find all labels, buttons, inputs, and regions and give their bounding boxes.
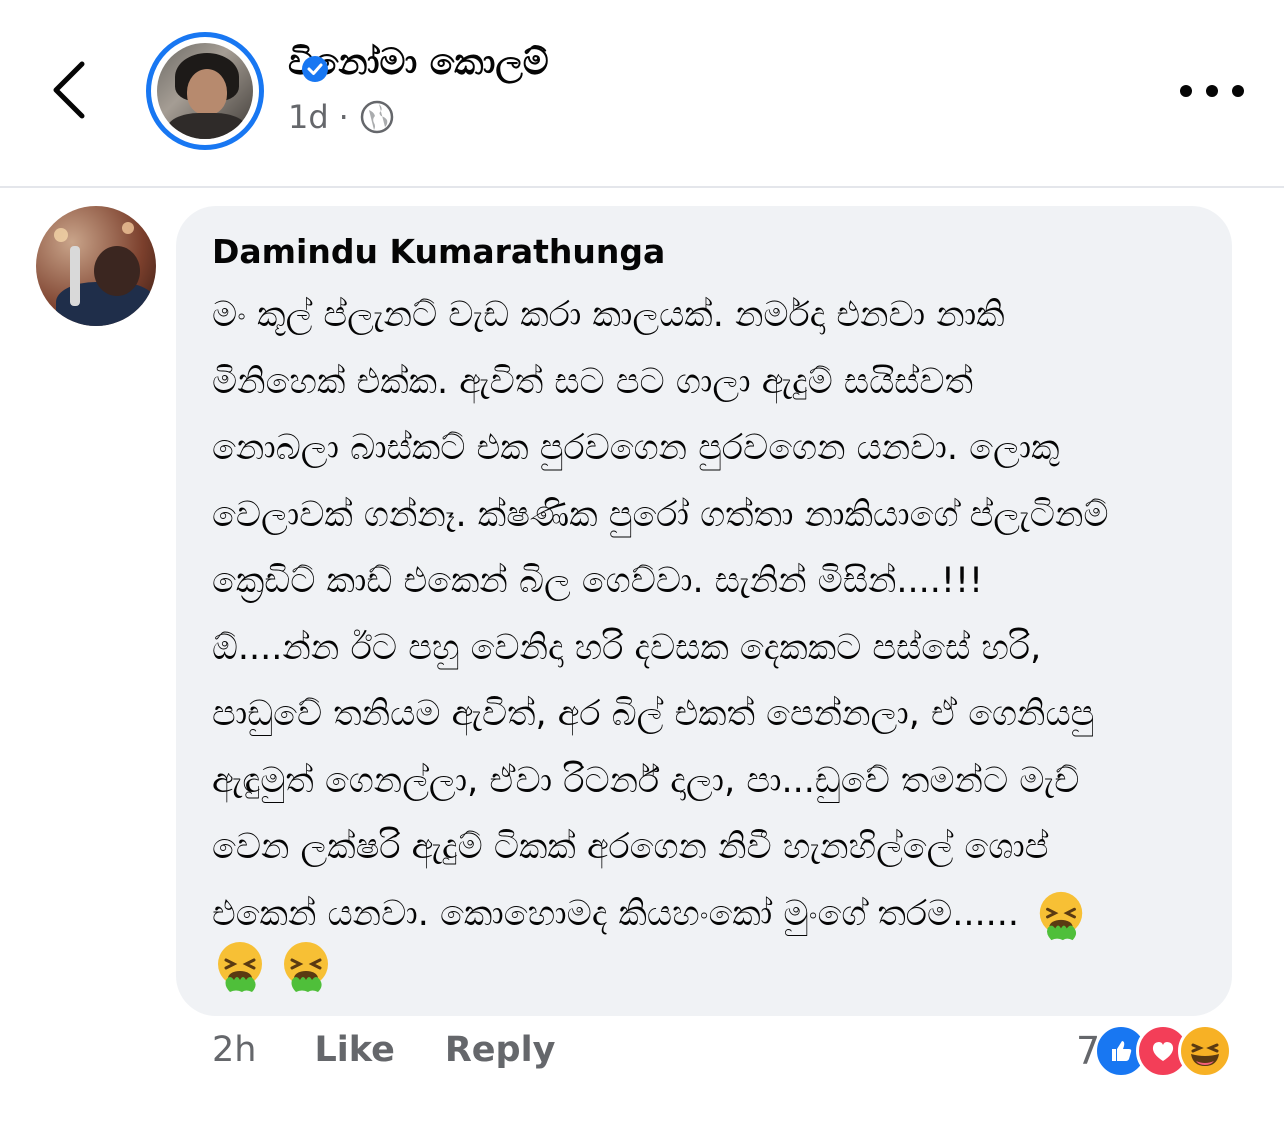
- meta-separator: ·: [338, 98, 349, 136]
- comment-actions: 2h Like Reply: [212, 1030, 605, 1070]
- comment-time[interactable]: 2h: [212, 1030, 256, 1070]
- vomiting-face-icon: [218, 942, 262, 992]
- more-dot-icon: [1232, 85, 1244, 97]
- chevron-left-icon: [53, 61, 85, 119]
- globe-icon: [360, 100, 394, 134]
- comment-line: ඕ....න්න ඊට පහු වෙනිදා හරි දවසක දෙකකට පස…: [212, 627, 1042, 668]
- reply-button[interactable]: Reply: [445, 1030, 556, 1070]
- comment-line: මිනිහෙක් එක්ක. ඇවිත් සට පට ගාලා ඇදුම් සය…: [212, 361, 974, 402]
- more-dot-icon: [1180, 85, 1192, 97]
- more-dot-icon: [1206, 85, 1218, 97]
- comment-line-last: එකෙන් යනවා. කොහොමද කියහංකෝ මුංගේ තරම....…: [212, 881, 1212, 948]
- emoji-row: [212, 938, 334, 994]
- post-time[interactable]: 1d: [288, 98, 329, 136]
- comment-line: නොබලා බාස්කට් එක පුරවගෙන පුරවගෙන යනවා. ල…: [212, 428, 1060, 468]
- comment-line-text: එකෙන් යනවා. කොහොමද කියහංකෝ මුංගේ තරම....…: [212, 893, 1019, 934]
- back-button[interactable]: [40, 52, 100, 128]
- vomiting-face-icon: [284, 942, 328, 992]
- post-meta: 1d ·: [288, 98, 395, 136]
- comment-line: ක්‍රෙඩිට් කාඩ් එකෙන් බිල ගෙව්වා. සැනින් …: [212, 561, 984, 601]
- comment-line: මං කූල් ප්ලැනට් වැඩ කරා කාලයක්. නර්මදා එ…: [212, 295, 1005, 335]
- comment-line: පාඩුවේ තනියම ඇවිත්, අර බිල් එකත් පෙන්නලා…: [212, 694, 1095, 734]
- commenter-avatar[interactable]: [36, 206, 156, 326]
- comment-line: වෙලාවක් ගන්නෑ. ක්ෂණික පුරෝ ගත්තා නාකියාග…: [212, 494, 1109, 535]
- comment-text: මං කූල් ප්ලැනට් වැඩ කරා කාලයක්. නර්මදා එ…: [212, 282, 1212, 947]
- verified-badge-icon: [302, 56, 328, 82]
- post-header: වි‍නෝමා කොලම් 1d ·: [0, 0, 1284, 186]
- page-avatar[interactable]: [146, 32, 264, 150]
- page-avatar-photo: [157, 43, 253, 139]
- more-options-button[interactable]: [1180, 78, 1244, 104]
- comment-line: වෙන ලක්ෂරි ඇදුම් ටිකක් අරගෙන නිවී හැනහිල…: [212, 827, 1049, 867]
- haha-reaction-icon: [1178, 1024, 1233, 1078]
- header-divider: [0, 186, 1284, 188]
- comment-line: ඇඳුමුත් ගෙනල්ලා, ඒවා රිටර්න් දාලා, පා...…: [212, 760, 1080, 801]
- commenter-name[interactable]: Damindu Kumarathunga: [212, 232, 665, 271]
- vomiting-face-icon: [1039, 891, 1083, 940]
- reaction-summary[interactable]: 7: [1076, 1024, 1233, 1078]
- like-button[interactable]: Like: [314, 1030, 394, 1070]
